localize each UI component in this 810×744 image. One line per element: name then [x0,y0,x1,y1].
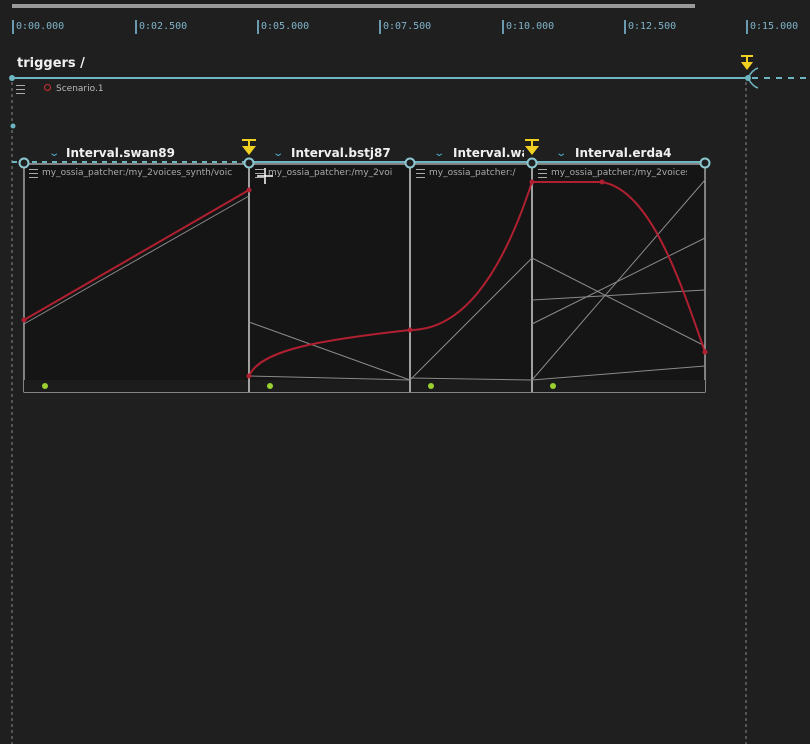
state-node [526,157,538,169]
process-name: my_ossia_patcher:/my_2voices_synth/voic [42,168,232,178]
chevron-down-icon[interactable]: ⌄ [48,148,60,159]
hamburger-icon[interactable] [538,169,547,178]
process-name: my_ossia_patcher:/ [429,168,516,178]
hamburger-icon[interactable] [16,85,25,94]
chevron-down-icon[interactable]: ⌄ [555,148,567,159]
trigger-icon[interactable] [525,139,539,155]
interval-title[interactable]: Interval.erda4 [575,146,700,160]
record-icon [44,84,51,91]
scenario-name: Scenario.1 [56,84,104,94]
trigger-icon[interactable] [242,139,256,155]
scenario-start-node [9,75,15,81]
state-node [18,157,30,169]
state-strip [24,380,705,392]
scenario-title: triggers / [17,56,85,71]
state-node [243,157,255,169]
hamburger-icon[interactable] [29,169,38,178]
hamburger-icon[interactable] [255,169,264,178]
process-frame [23,163,706,393]
state-dot [428,383,434,389]
state-dot [550,383,556,389]
hamburger-icon[interactable] [416,169,425,178]
start-state-node [10,123,16,129]
interval-title[interactable]: Interval.swan89 [66,146,241,160]
process-name: my_ossia_patcher:/my_2voi [268,168,393,178]
trigger-icon[interactable] [741,55,753,70]
state-dot [267,383,273,389]
scenario-canvas[interactable] [0,0,810,744]
process-name: my_ossia_patcher:/my_2voices [551,168,687,178]
chevron-down-icon[interactable]: ⌄ [272,148,284,159]
state-node [699,157,711,169]
chevron-down-icon[interactable]: ⌄ [433,148,445,159]
interval-title[interactable]: Interval.wa [453,146,524,160]
state-node [404,157,416,169]
state-dot [42,383,48,389]
interval-title[interactable]: Interval.bstj87 [291,146,406,160]
